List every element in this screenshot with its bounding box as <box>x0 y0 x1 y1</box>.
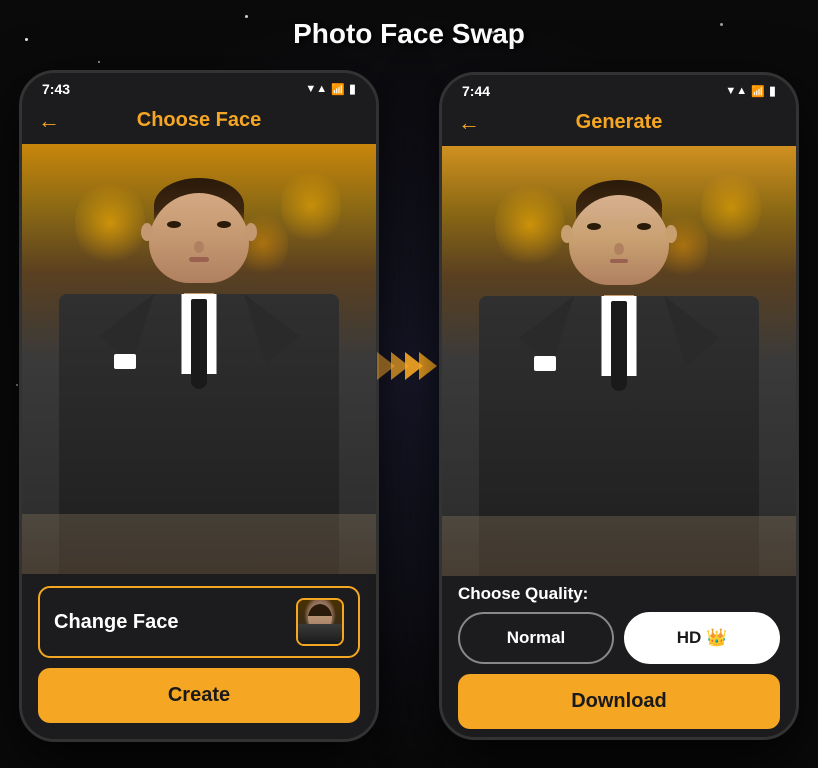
right-eye-l <box>587 223 601 230</box>
left-ear-r <box>245 223 257 241</box>
right-ear-r <box>665 225 677 243</box>
swap-arrows <box>379 352 439 380</box>
right-ear-l <box>561 225 573 243</box>
left-light-1 <box>75 178 145 268</box>
right-phone: 7:44 ▼▲ 📶 ▮ ← Generate <box>439 72 799 740</box>
right-eye-r <box>637 223 651 230</box>
left-status-icons: ▼▲ 📶 ▮ <box>305 81 356 97</box>
create-button[interactable]: Create <box>38 668 360 723</box>
left-battery-icon: ▮ <box>349 81 356 97</box>
right-status-bar: 7:44 ▼▲ 📶 ▮ <box>442 75 796 103</box>
right-light-2 <box>701 168 761 248</box>
left-light-2 <box>281 166 341 246</box>
left-header-title: Choose Face <box>137 109 261 132</box>
right-light-1 <box>495 180 565 270</box>
right-wifi-icon: 📶 <box>751 85 765 98</box>
thumb-body <box>298 624 342 644</box>
right-battery-icon: ▮ <box>769 83 776 99</box>
quality-options: Normal HD 👑 <box>458 612 780 664</box>
thumb-hair <box>308 604 332 616</box>
quality-normal-button[interactable]: Normal <box>458 612 614 664</box>
right-app-header: ← Generate <box>442 103 796 146</box>
left-tie <box>191 299 207 389</box>
left-app-header: ← Choose Face <box>22 101 376 144</box>
left-face <box>149 193 249 283</box>
change-face-label: Change Face <box>54 611 178 634</box>
page-title: Photo Face Swap <box>293 18 525 50</box>
left-status-bar: 7:43 ▼▲ 📶 ▮ <box>22 73 376 101</box>
right-status-icons: ▼▲ 📶 ▮ <box>725 83 776 99</box>
left-signal-icon: ▼▲ <box>305 83 327 95</box>
quality-hd-button[interactable]: HD 👑 <box>624 612 780 664</box>
left-phone: 7:43 ▼▲ 📶 ▮ ← Choose Face <box>19 70 379 742</box>
face-thumbnail <box>296 598 344 646</box>
left-eye-l <box>167 221 181 228</box>
change-face-button[interactable]: Change Face <box>38 586 360 658</box>
right-header-title: Generate <box>576 111 663 134</box>
left-eye-r <box>217 221 231 228</box>
right-mouth <box>610 259 628 263</box>
right-face <box>569 195 669 285</box>
right-quality-section: Choose Quality: Normal HD 👑 Download <box>442 576 796 737</box>
phones-container: 7:43 ▼▲ 📶 ▮ ← Choose Face <box>19 70 799 742</box>
left-photo-area <box>22 144 376 574</box>
left-mouth <box>189 257 209 262</box>
left-nose <box>194 241 204 253</box>
right-signal-icon: ▼▲ <box>725 85 747 97</box>
left-wifi-icon: 📶 <box>331 83 345 96</box>
right-pocket-sq <box>534 356 556 371</box>
left-ear-l <box>141 223 153 241</box>
left-phone-bottom: Change Face Create <box>22 574 376 739</box>
right-nose <box>614 243 624 255</box>
left-table <box>22 514 376 574</box>
right-status-time: 7:44 <box>462 83 490 99</box>
quality-label: Choose Quality: <box>458 584 780 604</box>
right-table <box>442 516 796 576</box>
left-pocket-sq <box>114 354 136 369</box>
right-back-button[interactable]: ← <box>458 110 480 136</box>
right-tie <box>611 301 627 391</box>
right-photo-area <box>442 146 796 576</box>
chevron-3 <box>405 352 423 380</box>
left-back-button[interactable]: ← <box>38 108 60 134</box>
left-status-time: 7:43 <box>42 81 70 97</box>
download-button[interactable]: Download <box>458 674 780 729</box>
chevron-group <box>381 352 437 380</box>
